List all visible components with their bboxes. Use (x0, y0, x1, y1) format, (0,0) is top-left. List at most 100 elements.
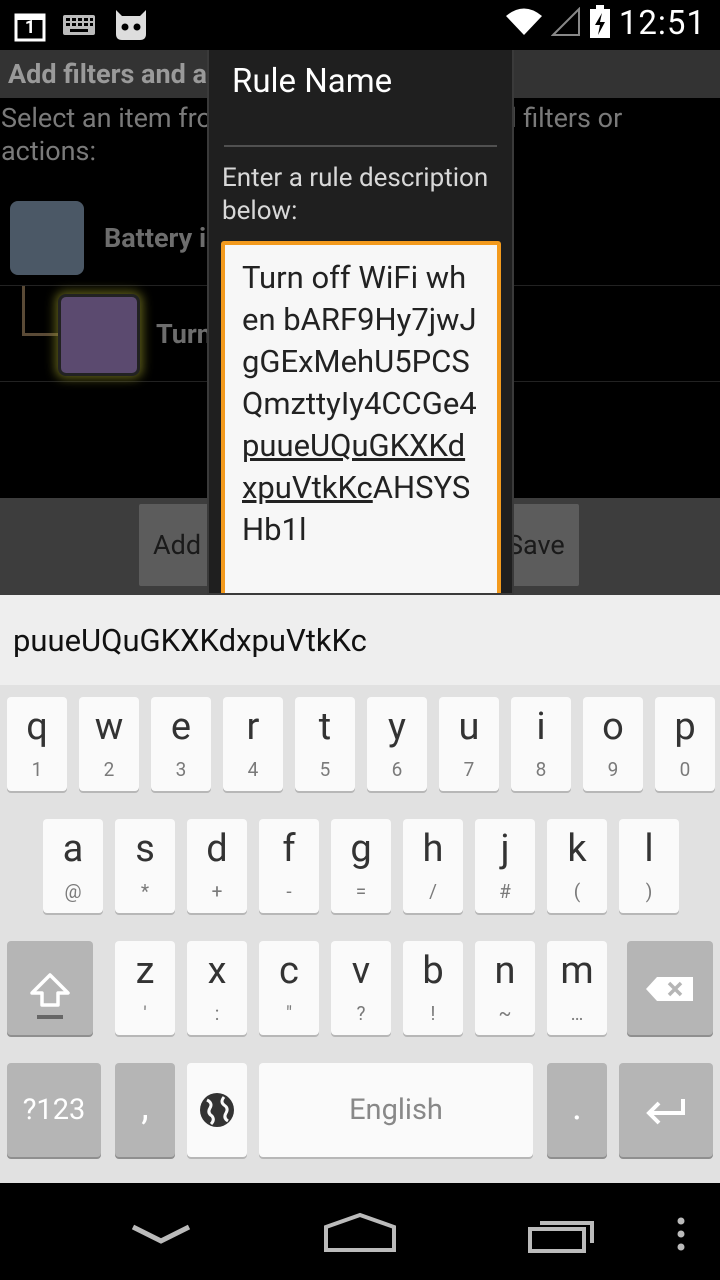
key-label: s (135, 827, 155, 871)
key-label: g (350, 827, 372, 871)
key-s[interactable]: s * (115, 819, 175, 913)
key-j[interactable]: j # (475, 819, 535, 913)
key-c[interactable]: c " (259, 941, 319, 1035)
key-h[interactable]: h / (403, 819, 463, 913)
key-hint: " (285, 1002, 293, 1025)
key-label: ?123 (22, 1093, 86, 1127)
key-hint: / (429, 880, 437, 903)
key-f[interactable]: f- (259, 819, 319, 913)
signal-icon (550, 6, 581, 41)
key-label: x (207, 949, 227, 993)
key-hint: 8 (535, 758, 547, 781)
key-a[interactable]: a @ (43, 819, 103, 913)
status-time: 12:51 (618, 4, 706, 43)
key-n[interactable]: n ~ (475, 941, 535, 1035)
recents-icon[interactable] (526, 1215, 596, 1259)
key-label: u (458, 705, 480, 749)
home-icon[interactable] (322, 1211, 398, 1257)
key-r[interactable]: r4 (223, 697, 283, 791)
globe-icon (198, 1091, 236, 1133)
key-hint: 4 (247, 758, 259, 781)
symbols-key[interactable]: ?123 (7, 1063, 101, 1157)
key-label: t (318, 705, 332, 749)
key-label: m (560, 949, 594, 993)
key-x[interactable]: x: (187, 941, 247, 1035)
field-text: Turn off WiFi when bARF9Hy7jwJgGExMehU5P… (242, 259, 477, 422)
key-label: v (351, 949, 371, 993)
key-hint: 3 (175, 758, 187, 781)
key-hint: 5 (319, 758, 331, 781)
key-label: c (279, 949, 299, 993)
key-label: z (135, 949, 155, 993)
key-u[interactable]: u7 (439, 697, 499, 791)
key-hint: ? (356, 1002, 366, 1025)
key-hint: 1 (31, 758, 43, 781)
key-e[interactable]: e3 (151, 697, 211, 791)
key-label: i (536, 705, 546, 749)
key-hint: ! (430, 1002, 436, 1025)
key-t[interactable]: t5 (295, 697, 355, 791)
key-o[interactable]: o9 (583, 697, 643, 791)
navigation-bar (0, 1183, 720, 1280)
comma-key[interactable]: , (115, 1063, 175, 1157)
enter-key[interactable] (619, 1063, 713, 1157)
tree-connector (22, 286, 58, 336)
key-p[interactable]: p0 (655, 697, 715, 791)
key-k[interactable]: k( (547, 819, 607, 913)
space-key[interactable]: English (259, 1063, 533, 1157)
key-g[interactable]: g = (331, 819, 391, 913)
key-q[interactable]: q1 (7, 697, 67, 791)
battery-charging-icon (589, 4, 611, 43)
key-hint: ' (143, 1002, 147, 1025)
key-z[interactable]: z ' (115, 941, 175, 1035)
key-hint: = (355, 880, 367, 903)
key-hint: @ (64, 880, 82, 903)
key-hint: 0 (679, 758, 691, 781)
suggestion-word[interactable]: puueUQuGKXKdxpuVtkKc (13, 622, 367, 659)
notification-digit: 1 (24, 17, 36, 38)
key-label: f (282, 827, 296, 871)
key-label: h (422, 827, 444, 871)
key-m[interactable]: m… (547, 941, 607, 1035)
key-y[interactable]: y6 (367, 697, 427, 791)
key-hint: ( (573, 880, 581, 903)
shift-key[interactable] (7, 941, 93, 1035)
key-label: y (388, 705, 406, 749)
key-hint: # (499, 880, 511, 903)
key-label: e (170, 705, 192, 749)
enter-icon (645, 1097, 687, 1129)
key-label: p (674, 705, 696, 749)
key-label: a (62, 827, 84, 871)
suggestion-strip: puueUQuGKXKdxpuVtkKc (0, 595, 720, 685)
key-label: r (246, 705, 260, 749)
language-key[interactable] (187, 1063, 247, 1157)
key-l[interactable]: l) (619, 819, 679, 913)
key-label: o (602, 705, 624, 749)
key-w[interactable]: w2 (79, 697, 139, 791)
period-key[interactable]: . (547, 1063, 607, 1157)
key-hint: 6 (391, 758, 403, 781)
backspace-key[interactable] (627, 941, 713, 1035)
key-i[interactable]: i8 (511, 697, 571, 791)
key-label: b (422, 949, 444, 993)
dialog-message: Enter a rule description below: (222, 163, 489, 226)
key-label: . (571, 1085, 583, 1129)
key-label: j (500, 827, 510, 871)
dialog-divider (224, 145, 497, 147)
key-label: English (349, 1093, 443, 1127)
back-icon[interactable] (130, 1221, 192, 1251)
key-hint: 2 (103, 758, 115, 781)
key-v[interactable]: v? (331, 941, 391, 1035)
key-hint: 7 (463, 758, 475, 781)
key-label: w (94, 705, 124, 749)
status-bar: 1 12:51 (0, 0, 720, 50)
key-d[interactable]: d + (187, 819, 247, 913)
key-label: , (141, 1085, 149, 1129)
key-hint: : (214, 1002, 220, 1025)
overflow-menu-icon[interactable] (674, 1217, 688, 1255)
action-icon (58, 294, 140, 376)
rule-description-input[interactable]: Turn off WiFi when bARF9Hy7jwJgGExMehU5P… (221, 241, 501, 593)
key-hint: - (286, 880, 292, 903)
key-b[interactable]: b! (403, 941, 463, 1035)
backspace-icon (645, 975, 695, 1007)
